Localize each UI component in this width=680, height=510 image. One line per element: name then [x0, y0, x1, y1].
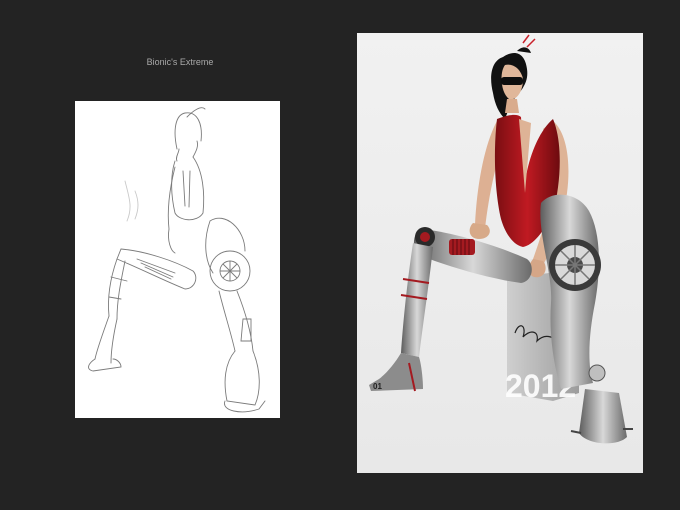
artwork-title: Bionic's Extreme — [146, 57, 214, 67]
sunglasses — [501, 77, 523, 85]
digital-render-panel: 2012 01 — [357, 33, 643, 473]
digital-render-drawing: 2012 01 — [369, 34, 633, 444]
left-bionic-shin — [401, 243, 433, 357]
pencil-sketch-drawing — [88, 107, 266, 413]
leg-number: 01 — [373, 382, 382, 391]
pencil-sketch-panel — [75, 101, 280, 418]
right-foot — [579, 389, 627, 444]
